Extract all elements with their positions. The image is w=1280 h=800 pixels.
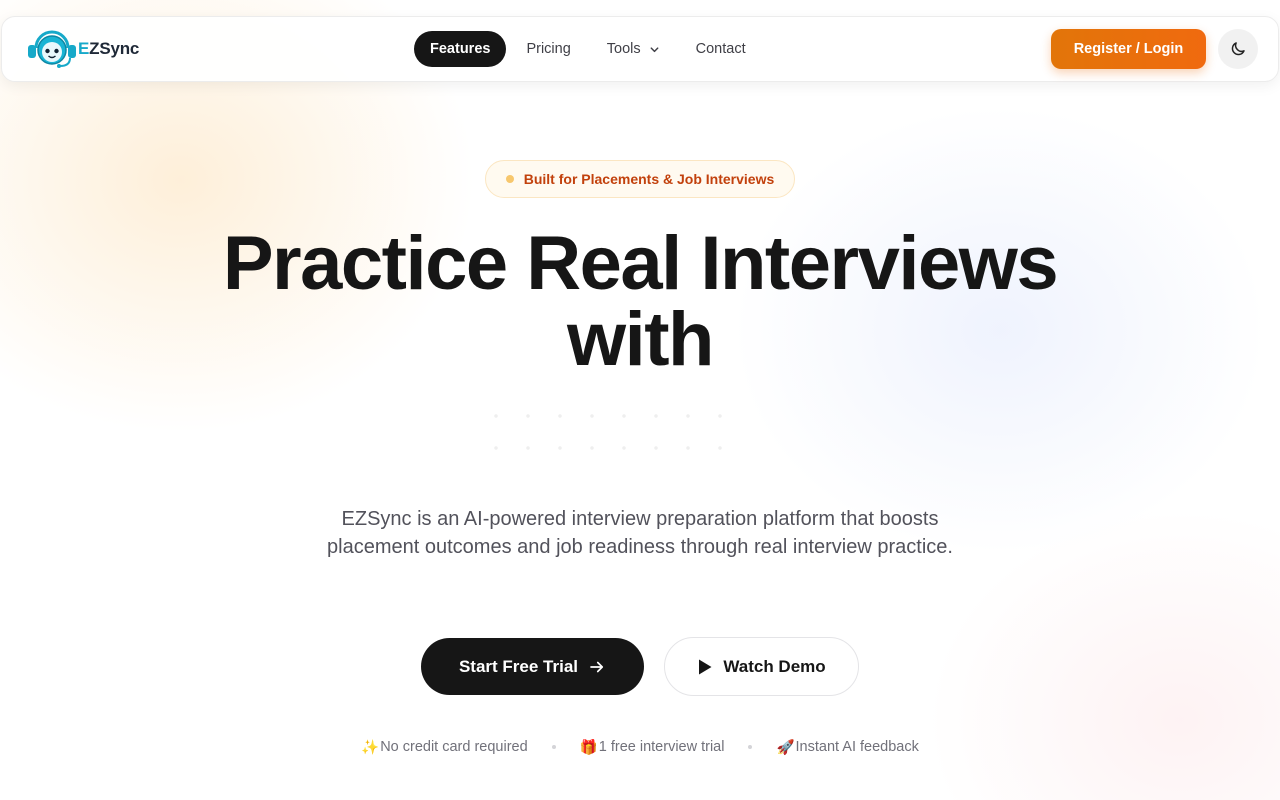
hero-headline-line1: Practice Real Interviews — [222, 221, 1059, 306]
perks-row: ✨ No credit card required 🎁 1 free inter… — [0, 736, 1280, 758]
nav-tools-label: Tools — [606, 41, 641, 57]
nav-pricing[interactable]: Pricing — [510, 31, 586, 67]
brand-name: EZSync — [78, 39, 140, 58]
perk-no-credit-card: ✨ No credit card required — [361, 739, 528, 756]
decorative-dot-grid — [480, 400, 740, 470]
nav-contact[interactable]: Contact — [680, 31, 762, 67]
hero-headline: Practice Real Interviews with — [0, 226, 1280, 378]
perk-free-trial: 🎁 1 free interview trial — [580, 739, 725, 756]
hero-badge-text: Built for Placements & Job Interviews — [523, 171, 775, 187]
start-free-trial-label: Start Free Trial — [458, 656, 579, 676]
theme-toggle-button[interactable] — [1218, 29, 1258, 69]
rocket-icon: 🚀 — [776, 739, 795, 756]
robot-headset-icon — [28, 30, 76, 68]
start-free-trial-button[interactable]: Start Free Trial — [421, 638, 644, 695]
nav-features[interactable]: Features — [414, 31, 507, 67]
chevron-down-icon — [650, 46, 659, 52]
register-login-button[interactable]: Register / Login — [1051, 29, 1206, 69]
watch-demo-button[interactable]: Watch Demo — [664, 637, 859, 696]
perk-label: No credit card required — [380, 739, 528, 755]
watch-demo-label: Watch Demo — [723, 656, 826, 676]
sparkles-icon: ✨ — [361, 739, 380, 756]
perk-separator — [551, 745, 556, 749]
hero-badge: Built for Placements & Job Interviews — [485, 160, 795, 198]
nav-features-label: Features — [430, 41, 491, 57]
gift-icon: 🎁 — [579, 739, 598, 756]
nav-pricing-label: Pricing — [526, 41, 571, 57]
perk-label: 1 free interview trial — [598, 739, 725, 755]
register-login-label: Register / Login — [1073, 41, 1184, 57]
perk-separator — [748, 745, 753, 749]
arrow-right-icon — [590, 661, 604, 672]
nav-contact-label: Contact — [695, 41, 746, 57]
moon-icon — [1231, 42, 1245, 56]
brand-logo[interactable]: EZSync — [26, 28, 139, 70]
main-nav: Features Pricing Tools Contact — [414, 31, 762, 67]
hero-headline-line2: with — [567, 297, 714, 382]
top-navbar: EZSync Features Pricing Tools Contact Re… — [1, 16, 1279, 82]
perk-label: Instant AI feedback — [795, 739, 919, 755]
badge-dot — [505, 175, 514, 183]
perk-instant-feedback: 🚀 Instant AI feedback — [776, 739, 918, 756]
nav-tools-dropdown[interactable]: Tools — [591, 31, 676, 67]
hero-description: EZSync is an AI-powered interview prepar… — [327, 508, 953, 558]
landing-page: EZSync Features Pricing Tools Contact Re… — [0, 0, 1280, 800]
play-icon — [699, 659, 712, 674]
